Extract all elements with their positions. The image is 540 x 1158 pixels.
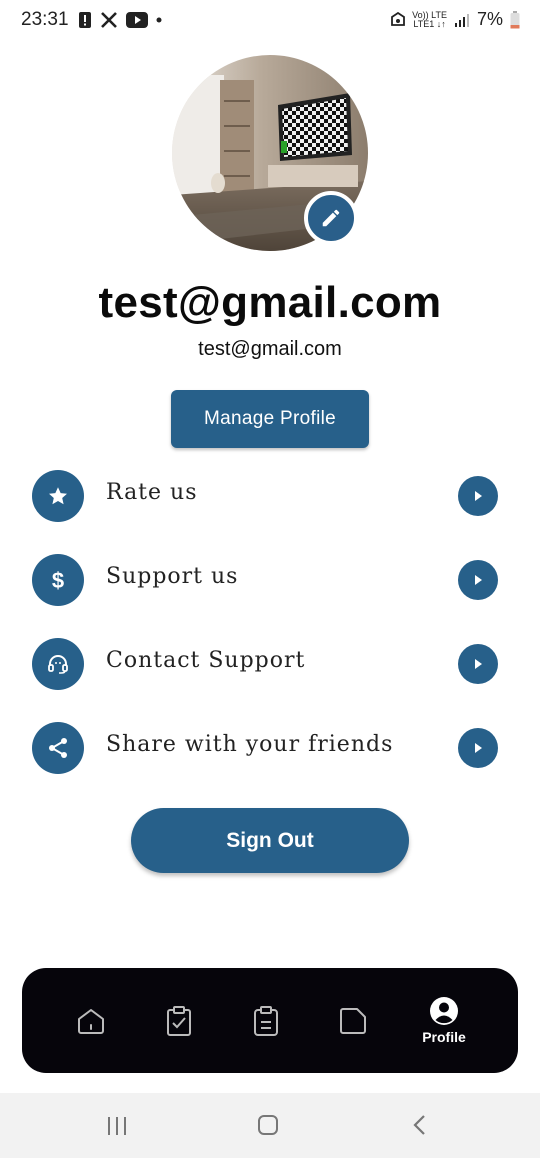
play-arrow-icon xyxy=(475,659,482,669)
clipboard-check-icon xyxy=(167,1005,191,1036)
profile-display-name: test@gmail.com xyxy=(98,278,442,327)
menu-item-label: Rate us xyxy=(106,480,198,505)
nav-item-label: Profile xyxy=(422,1029,466,1045)
system-navigation-bar xyxy=(0,1093,540,1158)
menu-item-label: Contact Support xyxy=(106,648,306,673)
play-arrow-icon xyxy=(475,575,482,585)
star-icon xyxy=(49,487,67,505)
nav-item-documents[interactable] xyxy=(332,968,374,1073)
folder-icon xyxy=(340,1007,366,1034)
chevron-right-button[interactable] xyxy=(458,644,498,684)
headset-icon xyxy=(48,655,68,674)
signal-icon xyxy=(454,13,469,27)
manage-profile-button[interactable]: Manage Profile xyxy=(171,390,369,448)
recent-apps-icon[interactable] xyxy=(106,1115,128,1137)
status-bar: 23:31 Vo)) LTE LTE1 ↓↑ 7% xyxy=(0,0,540,40)
menu-item-contact-support[interactable]: Contact Support xyxy=(0,634,540,696)
youtube-icon xyxy=(126,12,148,28)
menu-item-support-us[interactable]: $ Support us xyxy=(0,550,540,612)
chevron-right-button[interactable] xyxy=(458,560,498,600)
network-sublabel: LTE1 ↓↑ xyxy=(413,18,446,29)
bottom-nav-bar: Profile xyxy=(22,968,518,1073)
dollar-icon: $ xyxy=(52,568,64,593)
edit-avatar-button[interactable] xyxy=(304,191,358,245)
nav-item-profile[interactable]: Profile xyxy=(414,968,474,1073)
profile-avatar-container xyxy=(172,55,368,251)
chevron-right-button[interactable] xyxy=(458,728,498,768)
back-icon[interactable] xyxy=(410,1113,430,1137)
profile-email: test@gmail.com xyxy=(198,338,342,360)
profile-icon xyxy=(430,997,458,1025)
share-icon xyxy=(49,738,67,758)
dot-icon xyxy=(156,17,162,23)
x-logo-icon xyxy=(101,12,117,28)
nav-item-tasks[interactable] xyxy=(158,968,200,1073)
battery-percent: 7% xyxy=(476,9,503,29)
pencil-icon xyxy=(322,209,340,227)
nav-item-home[interactable] xyxy=(70,968,112,1073)
alert-icon xyxy=(79,12,91,28)
sign-out-button[interactable]: Sign Out xyxy=(131,808,409,873)
menu-item-rate-us[interactable]: Rate us xyxy=(0,466,540,528)
battery-icon xyxy=(510,10,520,28)
menu-item-share[interactable]: Share with your friends xyxy=(0,718,540,780)
menu-item-label: Share with your friends xyxy=(106,732,394,757)
nav-item-list[interactable] xyxy=(245,968,287,1073)
svg-text:$: $ xyxy=(52,568,64,593)
play-arrow-icon xyxy=(475,491,482,501)
clipboard-list-icon xyxy=(254,1005,278,1036)
menu-item-label: Support us xyxy=(106,564,239,589)
home-icon xyxy=(78,1008,104,1034)
play-arrow-icon xyxy=(475,743,482,753)
chevron-right-button[interactable] xyxy=(458,476,498,516)
home-button-icon[interactable] xyxy=(257,1114,279,1136)
status-time: 23:31 xyxy=(21,9,69,30)
nfc-icon xyxy=(391,11,406,26)
